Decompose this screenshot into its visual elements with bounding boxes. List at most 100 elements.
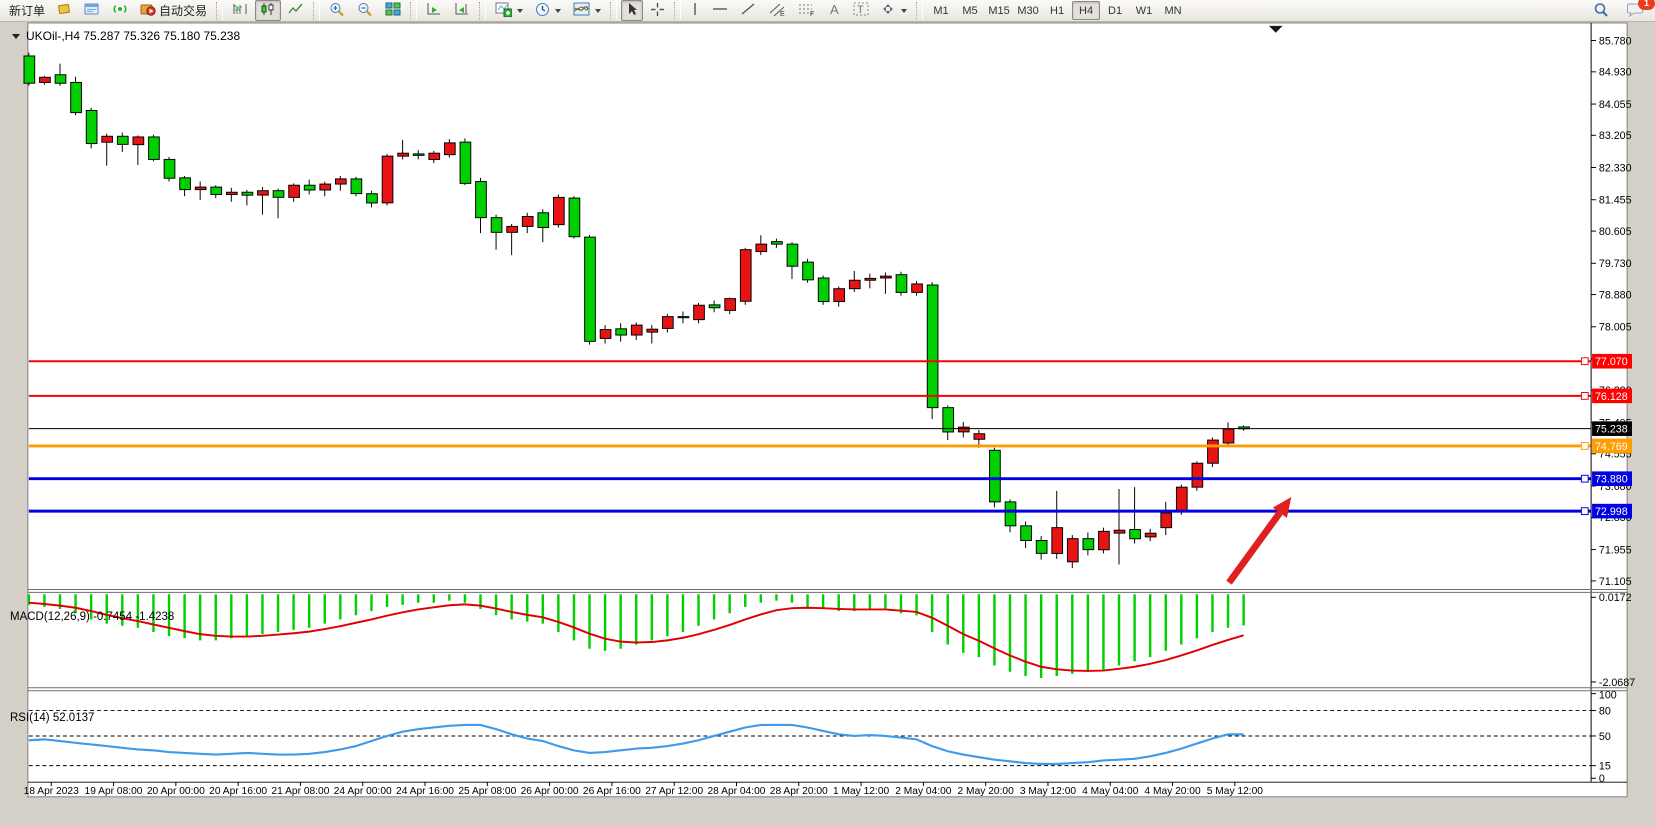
candle[interactable]: [818, 278, 829, 302]
candle[interactable]: [102, 136, 113, 142]
timeframe-H4[interactable]: H4: [1072, 1, 1100, 20]
line-anchor[interactable]: [1581, 443, 1588, 450]
autotrade-button[interactable]: 自动交易: [135, 0, 212, 21]
timeframe-M15[interactable]: M15: [985, 1, 1013, 20]
search-button[interactable]: [1588, 1, 1614, 22]
candle[interactable]: [1130, 530, 1141, 539]
zoom-in-button[interactable]: [324, 0, 350, 21]
candle[interactable]: [258, 191, 269, 195]
candle[interactable]: [429, 153, 440, 159]
candle[interactable]: [1036, 541, 1047, 554]
candle[interactable]: [538, 213, 549, 228]
line-anchor[interactable]: [1581, 475, 1588, 482]
equidistant-channel-button[interactable]: E: [763, 0, 791, 21]
candle[interactable]: [881, 276, 892, 278]
chart-canvas[interactable]: 85.78084.93084.05583.20582.33081.45580.6…: [0, 22, 1655, 826]
candle[interactable]: [834, 289, 845, 302]
candle[interactable]: [367, 194, 378, 203]
horizontal-line-button[interactable]: [707, 0, 733, 21]
candle[interactable]: [289, 185, 300, 197]
candle[interactable]: [647, 329, 658, 332]
indicators-button[interactable]: [490, 0, 528, 21]
candle[interactable]: [709, 305, 720, 308]
text-label-button[interactable]: T: [848, 0, 874, 21]
candle[interactable]: [600, 330, 611, 339]
candle[interactable]: [1223, 429, 1234, 443]
signal-button[interactable]: [107, 0, 133, 21]
candle[interactable]: [320, 184, 331, 190]
candle[interactable]: [24, 56, 35, 83]
candle[interactable]: [756, 244, 767, 251]
line-anchor[interactable]: [1581, 508, 1588, 515]
candle[interactable]: [1176, 487, 1187, 512]
auto-scroll-button[interactable]: [421, 0, 447, 21]
tile-windows-button[interactable]: [380, 0, 406, 21]
new-order-button[interactable]: 新订单: [4, 0, 50, 21]
candle[interactable]: [569, 198, 580, 237]
line-chart-button[interactable]: [283, 0, 309, 21]
templates-button[interactable]: [568, 0, 606, 21]
candle[interactable]: [195, 187, 206, 190]
candle[interactable]: [1192, 463, 1203, 487]
candle[interactable]: [71, 82, 82, 112]
candle[interactable]: [86, 110, 97, 143]
candle[interactable]: [507, 226, 518, 232]
candle[interactable]: [476, 182, 487, 218]
candle[interactable]: [616, 329, 627, 335]
candle[interactable]: [117, 136, 128, 144]
candle[interactable]: [55, 75, 66, 83]
market-watch-button[interactable]: [79, 0, 105, 21]
line-anchor[interactable]: [1581, 392, 1588, 399]
cursor-button[interactable]: [621, 0, 643, 21]
candle[interactable]: [1021, 526, 1032, 541]
candle[interactable]: [1067, 539, 1078, 562]
timeframe-M30[interactable]: M30: [1014, 1, 1042, 20]
crosshair-button[interactable]: [645, 0, 670, 21]
candle[interactable]: [974, 434, 985, 440]
text-button[interactable]: A: [823, 0, 846, 21]
candle[interactable]: [927, 285, 938, 408]
candle[interactable]: [242, 192, 253, 195]
candle[interactable]: [226, 192, 237, 194]
shapes-button[interactable]: [876, 0, 912, 21]
candle[interactable]: [725, 299, 736, 311]
candle[interactable]: [491, 218, 502, 233]
candle[interactable]: [382, 156, 393, 203]
candle[interactable]: [694, 305, 705, 319]
candle[interactable]: [787, 244, 798, 266]
candle[interactable]: [1052, 528, 1063, 554]
candle[interactable]: [335, 179, 346, 184]
candle[interactable]: [413, 154, 424, 155]
candle[interactable]: [631, 325, 642, 335]
candle[interactable]: [1005, 502, 1016, 526]
timeframe-W1[interactable]: W1: [1130, 1, 1158, 20]
candle[interactable]: [1145, 533, 1156, 537]
candle[interactable]: [958, 427, 969, 432]
candle[interactable]: [398, 153, 409, 156]
candle[interactable]: [180, 178, 191, 190]
zoom-out-button[interactable]: [352, 0, 378, 21]
line-anchor[interactable]: [1581, 358, 1588, 365]
candle[interactable]: [351, 179, 362, 194]
timeframe-H1[interactable]: H1: [1043, 1, 1071, 20]
trendline-button[interactable]: [735, 0, 761, 21]
candle[interactable]: [149, 137, 160, 159]
candle[interactable]: [896, 275, 907, 293]
candle[interactable]: [211, 187, 222, 194]
candle[interactable]: [444, 143, 455, 155]
candle[interactable]: [865, 278, 876, 280]
candle[interactable]: [40, 77, 51, 82]
timeframe-M1[interactable]: M1: [927, 1, 955, 20]
bar-chart-button[interactable]: [227, 0, 253, 21]
candle[interactable]: [304, 185, 315, 190]
timeframe-D1[interactable]: D1: [1101, 1, 1129, 20]
periods-button[interactable]: [530, 0, 566, 21]
notifications-button[interactable]: 1: [1622, 1, 1649, 22]
candle[interactable]: [740, 250, 751, 302]
fibonacci-button[interactable]: F: [793, 0, 821, 21]
candle[interactable]: [849, 280, 860, 288]
candle[interactable]: [1083, 539, 1094, 550]
candle[interactable]: [990, 450, 1001, 502]
candle[interactable]: [678, 317, 689, 318]
candle[interactable]: [522, 216, 533, 226]
